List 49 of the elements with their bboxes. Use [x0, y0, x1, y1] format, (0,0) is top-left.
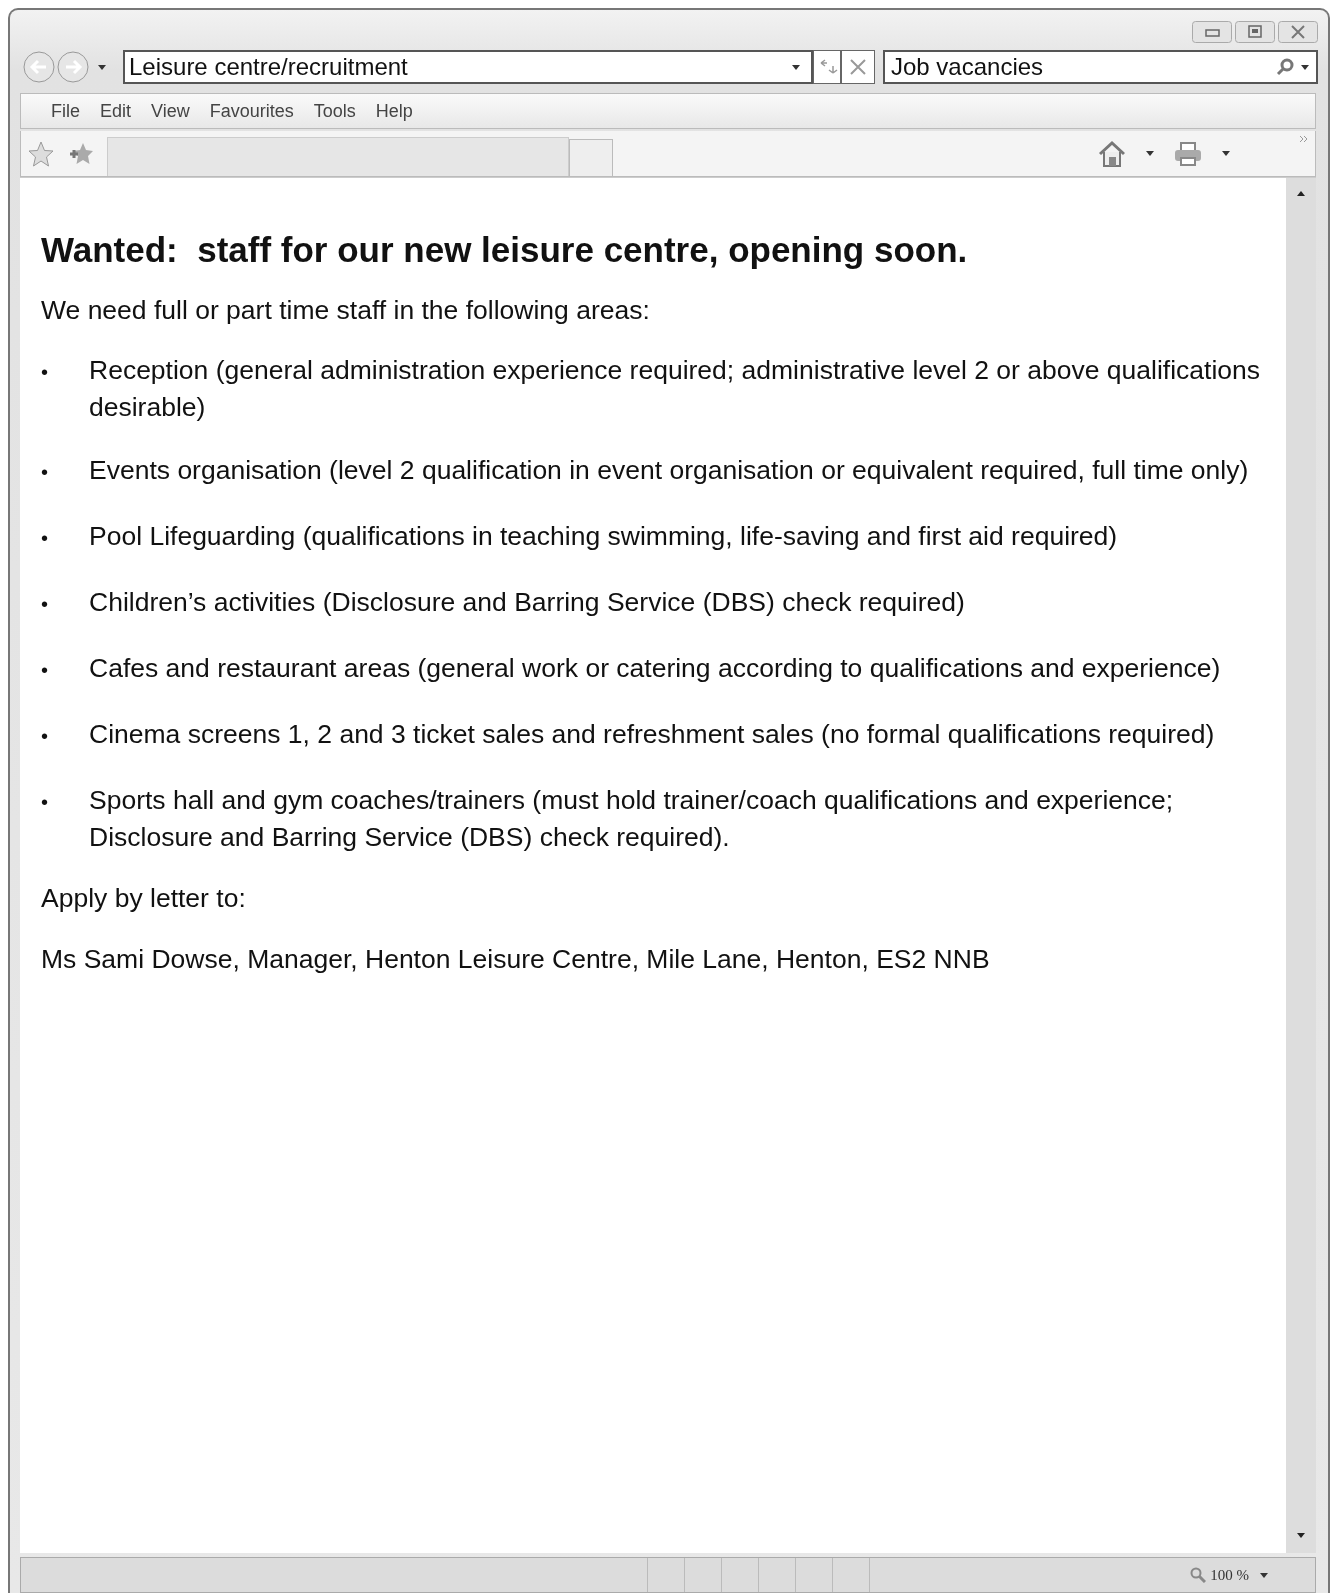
list-item-text: Cafes and restaurant areas (general work or catering according to qualifications and experience)	[89, 652, 1221, 686]
menu-item[interactable]: View	[141, 100, 200, 122]
scroll-up-icon[interactable]	[1296, 190, 1306, 197]
printer-icon[interactable]	[1173, 140, 1203, 167]
list-item-text: Children’s activities (Disclosure and Barring Service (DBS) check required)	[89, 586, 965, 620]
intro-text: We need full or part time staff in the following areas:	[41, 294, 651, 327]
bullet: •	[41, 658, 49, 684]
list-item-text: Cinema screens 1, 2 and 3 ticket sales and refreshment sales (no formal qualifications required)	[89, 718, 1215, 752]
address-bar[interactable]: Leisure centre/recruitment	[123, 50, 813, 84]
menu-item[interactable]: Help	[365, 100, 423, 122]
caret-icon[interactable]	[1221, 150, 1231, 157]
home-icon[interactable]	[1097, 139, 1127, 168]
search-field[interactable]: Job vacancies	[883, 50, 1318, 84]
bullet: •	[41, 724, 49, 750]
minimize-button[interactable]	[1192, 21, 1232, 43]
page-heading: Wanted: staff for our new leisure centre, opening soon.	[41, 230, 969, 270]
bullet: •	[41, 360, 49, 386]
caret-icon[interactable]	[97, 63, 107, 71]
search-icon[interactable]	[1276, 58, 1294, 76]
caret-icon[interactable]	[1300, 63, 1310, 71]
menu-item[interactable]: Tools	[303, 100, 366, 122]
zoom-level[interactable]: 100 %	[1210, 1566, 1249, 1584]
list-item-text: Sports hall and gym coaches/trainers (must hold trainer/coach qualifications and experience; Disclosure and Barring Service (DBS) check required).	[89, 784, 1175, 855]
bullet: •	[41, 460, 49, 486]
stop-button[interactable]	[841, 50, 875, 84]
list-item-text: Reception (general administration experience required; administrative level 2 or above qualifications desirable)	[89, 354, 1262, 425]
refresh-button[interactable]	[813, 50, 841, 84]
apply-text: Apply by letter to:	[41, 882, 247, 916]
scrollbar[interactable]	[1286, 178, 1316, 1553]
forward-button[interactable]	[57, 51, 89, 83]
caret-icon[interactable]	[791, 63, 801, 71]
close-button[interactable]	[1278, 21, 1318, 43]
scroll-down-icon[interactable]	[1296, 1532, 1306, 1539]
bullet: •	[41, 592, 49, 618]
chevron-icon[interactable]	[1299, 135, 1309, 143]
menu-item[interactable]: Favourites	[199, 100, 304, 122]
bullet: •	[41, 526, 49, 552]
bullet: •	[41, 790, 49, 816]
caret-icon[interactable]	[1145, 150, 1155, 157]
maximize-button[interactable]	[1235, 21, 1275, 43]
list-item-text: Events organisation (level 2 qualification in event organisation or equivalent required, full time only)	[89, 454, 1249, 488]
star-icon[interactable]	[27, 139, 55, 168]
list-item-text: Pool Lifeguarding (qualifications in teaching swimming, life-saving and first aid required)	[89, 520, 1118, 554]
back-button[interactable]	[23, 51, 55, 83]
menu-item[interactable]: File	[41, 100, 90, 122]
address-text: Ms Sami Dowse, Manager, Henton Leisure Centre, Mile Lane, Henton, ES2 NNB	[41, 942, 991, 976]
menu-item[interactable]: Edit	[90, 100, 142, 122]
zoom-icon[interactable]	[1190, 1567, 1207, 1583]
caret-icon[interactable]	[1259, 1571, 1269, 1579]
